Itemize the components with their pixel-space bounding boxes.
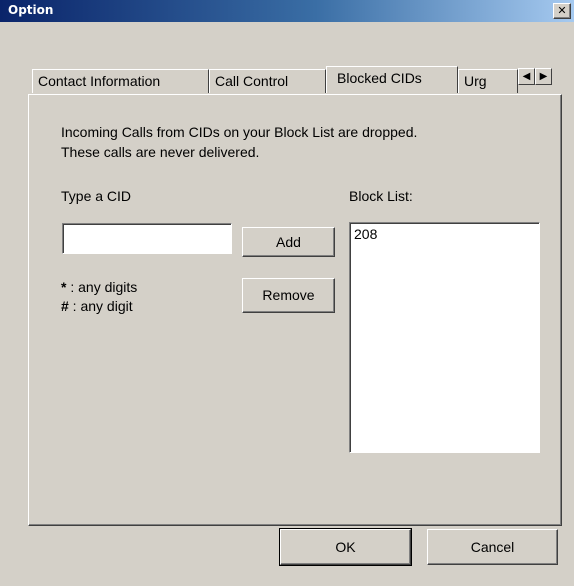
hint-text: : any digits bbox=[66, 279, 138, 295]
hint-symbol: # bbox=[61, 298, 69, 314]
block-list-label: Block List: bbox=[349, 188, 413, 204]
hint-any-digits: * : any digits bbox=[61, 279, 137, 295]
tab-blocked-cids[interactable]: Blocked CIDs bbox=[326, 66, 458, 93]
cancel-button[interactable]: Cancel bbox=[427, 529, 558, 565]
remove-button[interactable]: Remove bbox=[242, 278, 335, 313]
description-text: Incoming Calls from CIDs on your Block L… bbox=[61, 122, 417, 162]
cid-input-label: Type a CID bbox=[61, 188, 132, 204]
tab-scroll-controls: ◀ ▶ bbox=[518, 68, 552, 85]
list-item[interactable]: 208 bbox=[350, 223, 539, 242]
description-line-2: These calls are never delivered. bbox=[61, 144, 260, 160]
tab-contact-information[interactable]: Contact Information bbox=[32, 69, 209, 93]
arrow-right-icon: ▶ bbox=[539, 71, 548, 82]
description-line-1: Incoming Calls from CIDs on your Block L… bbox=[61, 124, 418, 140]
ok-button[interactable]: OK bbox=[279, 528, 412, 566]
tab-call-control[interactable]: Call Control bbox=[209, 69, 326, 93]
hint-any-digit: # : any digit bbox=[61, 298, 133, 314]
tab-scroll-right-button[interactable]: ▶ bbox=[535, 68, 552, 85]
arrow-left-icon: ◀ bbox=[522, 71, 531, 82]
close-icon: ✕ bbox=[557, 4, 567, 17]
hint-text: : any digit bbox=[68, 298, 133, 314]
close-button[interactable]: ✕ bbox=[553, 3, 571, 19]
title-bar: Option ✕ bbox=[0, 0, 574, 22]
window-title: Option bbox=[8, 3, 54, 17]
block-list[interactable]: 208 bbox=[349, 222, 540, 453]
add-button[interactable]: Add bbox=[242, 227, 335, 257]
tab-urgent[interactable]: Urg bbox=[458, 69, 518, 93]
cid-input[interactable] bbox=[62, 223, 232, 254]
tab-scroll-left-button[interactable]: ◀ bbox=[518, 68, 535, 85]
